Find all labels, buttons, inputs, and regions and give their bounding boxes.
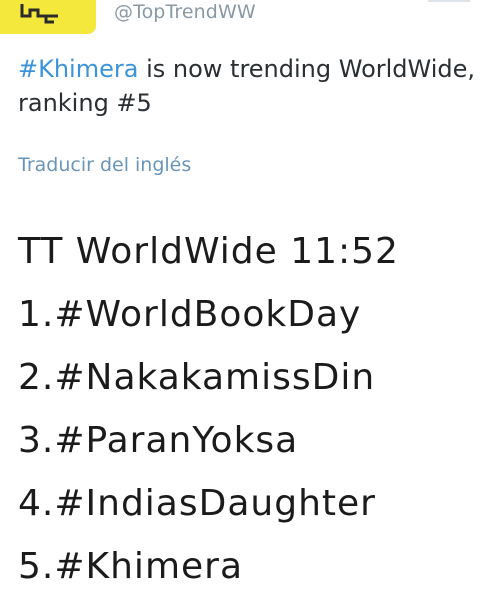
image-header: TT WorldWide 11:52 — [18, 231, 399, 272]
tweet-text: #Khimera is now trending WorldWide, rank… — [18, 52, 478, 120]
trend-item: 3.#ParanYoksa — [18, 420, 299, 461]
translate-link[interactable]: Traducir del inglés — [18, 154, 191, 176]
follow-button-edge[interactable] — [428, 0, 470, 2]
hashtag-link[interactable]: #Khimera — [18, 55, 138, 83]
avatar-logo-icon — [20, 4, 58, 24]
trend-item: 5.#Khimera — [18, 546, 244, 587]
avatar[interactable] — [0, 0, 96, 34]
trend-item: 4.#IndiasDaughter — [18, 483, 376, 524]
trend-item: 1.#WorldBookDay — [18, 294, 362, 335]
trend-item: 2.#NakakamissDin — [18, 357, 376, 398]
attached-image[interactable]: TT WorldWide 11:52 1.#WorldBookDay 2.#Na… — [18, 220, 399, 598]
user-handle[interactable]: @TopTrendWW — [114, 1, 256, 23]
